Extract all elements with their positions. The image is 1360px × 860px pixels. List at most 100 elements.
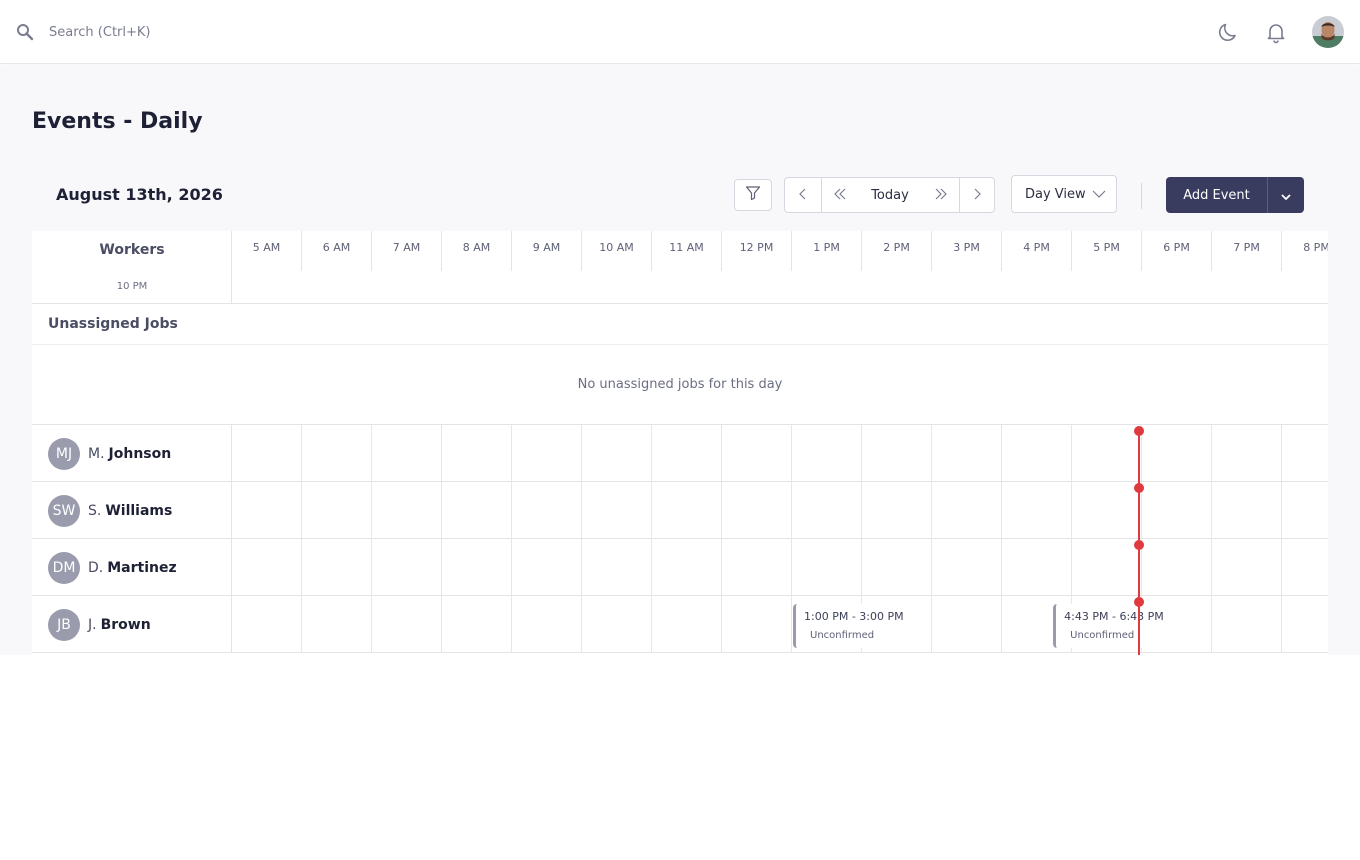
time-slot[interactable] bbox=[372, 425, 442, 482]
time-slot[interactable] bbox=[1212, 425, 1282, 482]
hour-label: 8 AM bbox=[442, 231, 512, 271]
time-slot[interactable] bbox=[932, 539, 1002, 596]
time-slot[interactable] bbox=[302, 482, 372, 539]
time-slot[interactable] bbox=[792, 425, 862, 482]
worker-cell[interactable]: DM D. Martinez bbox=[32, 539, 232, 596]
time-slot[interactable] bbox=[1282, 482, 1328, 539]
time-slot[interactable] bbox=[1282, 596, 1328, 653]
worker-cell[interactable]: JB J. Brown bbox=[32, 596, 232, 653]
worker-first-initial: D. bbox=[88, 559, 104, 576]
event-card[interactable]: 4:43 PM - 6:43 PM Unconfirmed bbox=[1053, 604, 1186, 648]
time-slot[interactable] bbox=[232, 539, 302, 596]
time-slot[interactable] bbox=[722, 425, 792, 482]
time-slot[interactable] bbox=[862, 539, 932, 596]
time-slot[interactable] bbox=[932, 596, 1002, 653]
time-slot[interactable] bbox=[652, 482, 722, 539]
unassigned-jobs-header: Unassigned Jobs bbox=[32, 304, 1328, 345]
view-select[interactable]: Day View bbox=[1011, 175, 1117, 213]
time-slot[interactable] bbox=[372, 539, 442, 596]
time-slot[interactable] bbox=[232, 596, 302, 653]
time-slot[interactable] bbox=[372, 482, 442, 539]
time-slot[interactable] bbox=[932, 482, 1002, 539]
time-slot[interactable] bbox=[1072, 539, 1142, 596]
time-slot[interactable] bbox=[1072, 425, 1142, 482]
current-date: August 13th, 2026 bbox=[56, 185, 223, 204]
time-slot[interactable] bbox=[232, 425, 302, 482]
time-slot[interactable] bbox=[1142, 539, 1212, 596]
time-slot[interactable] bbox=[652, 539, 722, 596]
time-slot[interactable] bbox=[582, 425, 652, 482]
wrapped-hour-label: 10 PM bbox=[116, 281, 148, 292]
worker-cell[interactable]: SW S. Williams bbox=[32, 482, 232, 539]
time-slot[interactable] bbox=[512, 482, 582, 539]
time-slot[interactable] bbox=[1282, 539, 1328, 596]
worker-last-name: Johnson bbox=[108, 445, 172, 462]
time-slot[interactable] bbox=[302, 539, 372, 596]
time-slot[interactable] bbox=[652, 596, 722, 653]
time-slot[interactable] bbox=[512, 425, 582, 482]
time-slot[interactable] bbox=[722, 596, 792, 653]
time-slot[interactable] bbox=[1002, 539, 1072, 596]
today-button[interactable]: Today bbox=[857, 178, 923, 212]
time-slot[interactable] bbox=[512, 596, 582, 653]
event-time: 1:00 PM - 3:00 PM bbox=[804, 610, 904, 623]
prev-week-button[interactable] bbox=[821, 178, 857, 212]
time-slot[interactable] bbox=[862, 482, 932, 539]
bell-icon[interactable] bbox=[1262, 18, 1290, 46]
worker-cell[interactable]: MJ M. Johnson bbox=[32, 425, 232, 482]
hour-label: 5 PM bbox=[1072, 231, 1142, 271]
time-slot[interactable] bbox=[372, 596, 442, 653]
search-input[interactable]: Search (Ctrl+K) bbox=[49, 25, 151, 40]
time-slot[interactable] bbox=[442, 539, 512, 596]
chevron-down-icon bbox=[1280, 186, 1292, 205]
search-box[interactable]: Search (Ctrl+K) bbox=[16, 20, 151, 44]
current-time-dot bbox=[1133, 483, 1144, 493]
moon-icon[interactable] bbox=[1214, 18, 1242, 46]
next-week-button[interactable] bbox=[923, 178, 959, 212]
time-slot[interactable] bbox=[1212, 539, 1282, 596]
time-slot[interactable] bbox=[302, 425, 372, 482]
worker-initials-avatar: DM bbox=[48, 551, 80, 584]
unassigned-empty-message: No unassigned jobs for this day bbox=[577, 377, 783, 392]
timeline-header: 5 AM 6 AM 7 AM 8 AM 9 AM 10 AM 11 AM 12 PM 1 PM 2… bbox=[232, 231, 1328, 304]
time-slot[interactable] bbox=[1212, 482, 1282, 539]
time-slot[interactable] bbox=[792, 482, 862, 539]
time-slot[interactable] bbox=[1002, 482, 1072, 539]
time-slot[interactable] bbox=[1142, 425, 1212, 482]
time-slot[interactable] bbox=[512, 539, 582, 596]
time-slot[interactable] bbox=[792, 539, 862, 596]
time-slot[interactable] bbox=[862, 425, 932, 482]
time-slot[interactable] bbox=[652, 425, 722, 482]
time-slot[interactable] bbox=[442, 482, 512, 539]
time-slot[interactable] bbox=[1142, 482, 1212, 539]
filter-button[interactable] bbox=[734, 179, 772, 211]
prev-day-button[interactable] bbox=[785, 178, 821, 212]
event-card[interactable]: 1:00 PM - 3:00 PM Unconfirmed bbox=[793, 604, 925, 648]
time-slot[interactable] bbox=[1212, 596, 1282, 653]
add-event-button[interactable]: Add Event bbox=[1166, 177, 1267, 213]
time-slot[interactable] bbox=[582, 596, 652, 653]
time-slot[interactable] bbox=[232, 482, 302, 539]
time-slot[interactable] bbox=[442, 425, 512, 482]
time-slot[interactable] bbox=[1072, 482, 1142, 539]
time-slot[interactable] bbox=[302, 596, 372, 653]
event-time: 4:43 PM - 6:43 PM bbox=[1064, 610, 1164, 623]
time-slot[interactable] bbox=[722, 539, 792, 596]
search-icon[interactable] bbox=[16, 20, 36, 44]
time-slot[interactable] bbox=[722, 482, 792, 539]
time-slot[interactable] bbox=[582, 539, 652, 596]
time-slot[interactable] bbox=[1002, 425, 1072, 482]
add-event-dropdown-button[interactable] bbox=[1267, 177, 1304, 213]
hour-label: 10 AM bbox=[582, 231, 652, 271]
main-content: Events - Daily August 13th, 2026 Today D… bbox=[0, 65, 1360, 655]
next-day-button[interactable] bbox=[959, 178, 994, 212]
time-slot[interactable] bbox=[582, 482, 652, 539]
time-slot[interactable] bbox=[442, 596, 512, 653]
hour-label: 7 AM bbox=[372, 231, 442, 271]
worker-last-name: Brown bbox=[100, 616, 151, 633]
time-slot[interactable] bbox=[1282, 425, 1328, 482]
hour-label: 7 PM bbox=[1212, 231, 1282, 271]
worker-row: SW S. Williams bbox=[32, 482, 1328, 539]
user-avatar[interactable] bbox=[1312, 16, 1344, 48]
time-slot[interactable] bbox=[932, 425, 1002, 482]
